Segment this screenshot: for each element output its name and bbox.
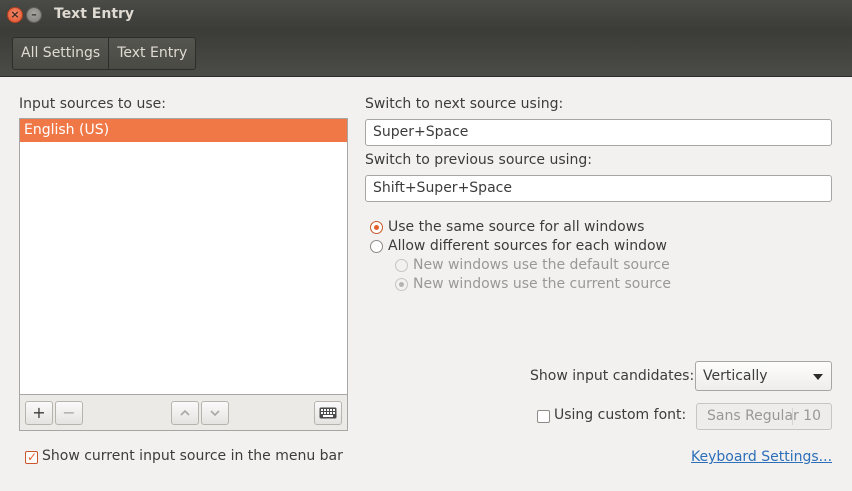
window-close-button[interactable]: × [7,7,23,23]
current-source-label: New windows use the current source [413,276,671,292]
prev-source-shortcut-field[interactable]: Shift+Super+Space [365,175,832,202]
current-source-radio[interactable] [395,278,408,291]
close-icon: × [10,8,20,21]
font-name: Sans Regular [707,408,799,424]
font-button-separator [792,408,793,425]
plus-icon: + [32,403,46,422]
move-down-button[interactable] [201,401,229,425]
default-source-radio[interactable] [395,259,408,272]
custom-font-checkbox[interactable] [537,410,550,423]
keyboard-icon [319,407,337,419]
checkmark-icon: ✓ [26,450,38,464]
show-in-menu-bar-label: Show current input source in the menu ba… [42,448,343,464]
dropdown-arrow-icon [813,374,823,380]
custom-font-label: Using custom font: [554,407,687,423]
font-size: 10 [803,408,821,424]
different-sources-label: Allow different sources for each window [388,238,667,254]
input-candidates-label: Show input candidates: [530,368,695,384]
move-up-button[interactable] [171,401,199,425]
chevron-down-icon [210,410,220,417]
chevron-up-icon [180,409,190,416]
same-source-radio[interactable] [370,221,383,234]
window-minimize-button[interactable]: – [26,7,42,23]
show-in-menu-bar-checkbox[interactable]: ✓ [25,450,38,464]
input-sources-toolbar: + − [19,395,348,431]
keyboard-layout-button[interactable] [314,401,342,425]
header-toolbar: All Settings Text Entry [0,30,852,77]
next-source-shortcut-field[interactable]: Super+Space [365,119,832,146]
breadcrumb-text-entry[interactable]: Text Entry [108,38,195,69]
remove-source-button[interactable]: − [55,401,83,425]
prev-source-label: Switch to previous source using: [365,152,593,168]
font-chooser-button[interactable]: Sans Regular 10 [696,403,832,430]
title-bar: × – Text Entry [0,0,852,30]
breadcrumb-all-settings[interactable]: All Settings [13,38,108,69]
next-source-label: Switch to next source using: [365,96,564,112]
input-candidates-value: Vertically [703,368,768,384]
add-source-button[interactable]: + [25,401,53,425]
different-sources-radio[interactable] [370,240,383,253]
keyboard-settings-link[interactable]: Keyboard Settings... [691,449,832,465]
same-source-label: Use the same source for all windows [388,219,645,235]
minus-icon: − [62,403,76,422]
default-source-label: New windows use the default source [413,257,670,273]
minimize-icon: – [31,8,37,21]
window-title: Text Entry [54,6,135,22]
input-sources-list[interactable]: English (US) [19,118,348,395]
input-candidates-dropdown[interactable]: Vertically [695,361,832,391]
list-item-english-us[interactable]: English (US) [20,119,347,142]
input-sources-heading: Input sources to use: [19,96,166,112]
breadcrumb: All Settings Text Entry [12,37,197,70]
